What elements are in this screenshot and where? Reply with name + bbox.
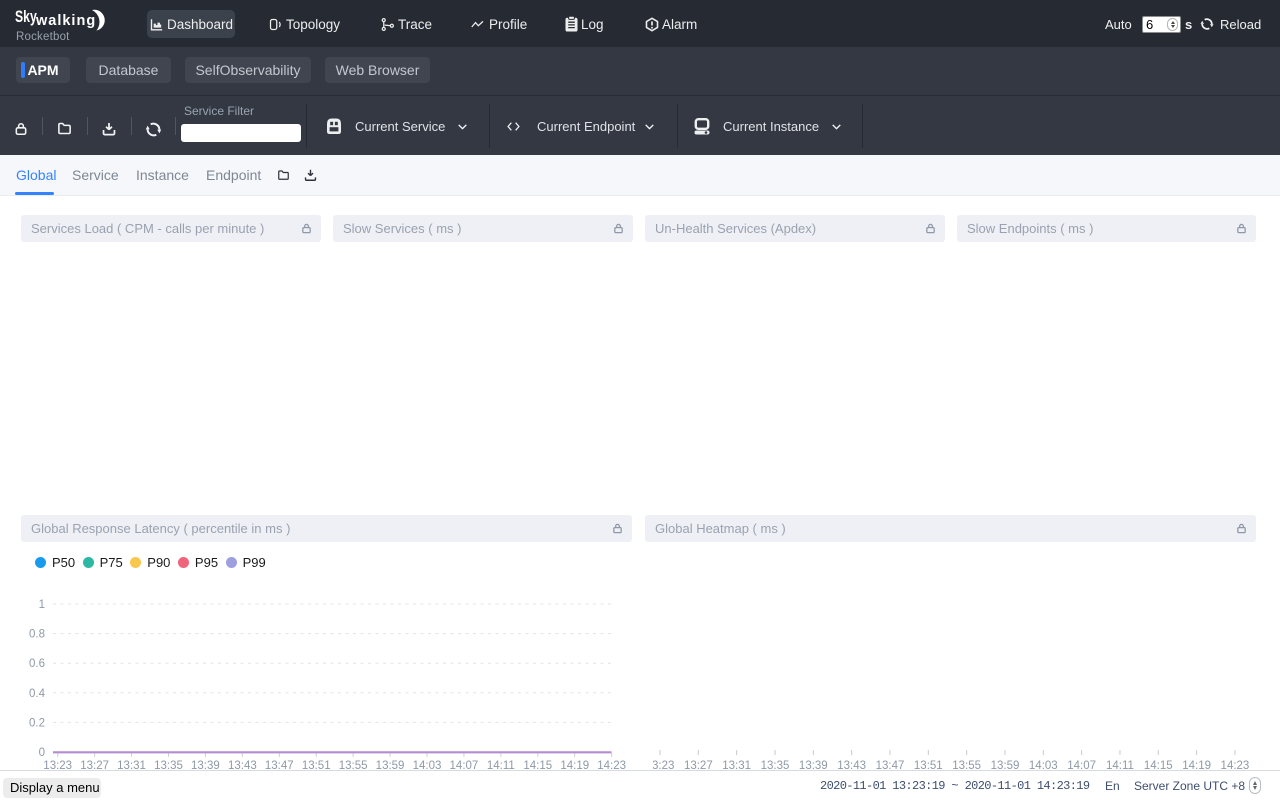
svg-text:1: 1 xyxy=(39,599,45,611)
svg-text:0: 0 xyxy=(39,747,45,759)
svg-text:0.4: 0.4 xyxy=(29,688,46,700)
svg-text:0.8: 0.8 xyxy=(29,629,45,641)
svg-text:0.6: 0.6 xyxy=(29,658,45,670)
svg-text:0.2: 0.2 xyxy=(29,717,45,729)
